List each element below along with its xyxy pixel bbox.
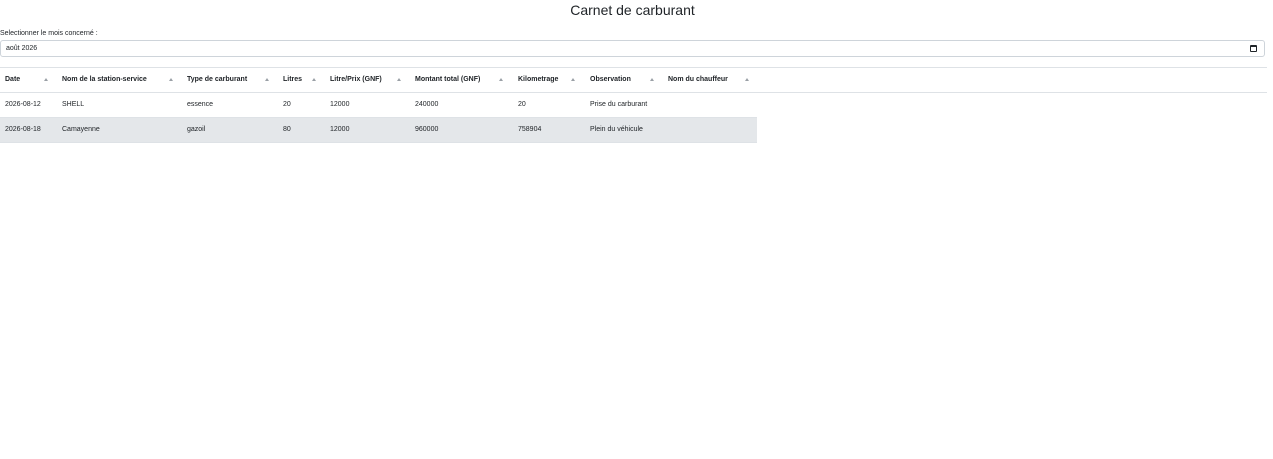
cell-observation: Plein du véhicule: [590, 126, 643, 133]
cell-total-amount: 960000: [415, 126, 439, 133]
column-header-date[interactable]: Date: [5, 68, 20, 92]
table-header-row: Date Nom de la station-service Type de c…: [0, 68, 757, 92]
column-header-fuel-type[interactable]: Type de carburant: [187, 68, 247, 92]
column-header-total-amount[interactable]: Montant total (GNF): [415, 68, 480, 92]
sort-up-icon[interactable]: [745, 78, 749, 81]
sort-up-icon[interactable]: [397, 78, 401, 81]
column-header-station[interactable]: Nom de la station-service: [62, 68, 147, 92]
sort-up-icon[interactable]: [44, 78, 48, 81]
cell-mileage: 758904: [518, 126, 542, 133]
sort-up-icon[interactable]: [650, 78, 654, 81]
column-header-litres[interactable]: Litres: [283, 68, 302, 92]
fuel-log-page: Carnet de carburant Selectionner le mois…: [0, 0, 1273, 459]
cell-litre-price: 12000: [330, 126, 350, 133]
month-selector-label: Selectionner le mois concerné :: [0, 30, 98, 37]
cell-station: Camayenne: [62, 126, 100, 133]
column-header-mileage[interactable]: Kilometrage: [518, 68, 558, 92]
column-header-driver[interactable]: Nom du chauffeur: [668, 68, 728, 92]
cell-observation: Prise du carburant: [590, 101, 648, 108]
table-row[interactable]: 2026-08-12 SHELL essence 20 12000 240000…: [0, 93, 757, 118]
month-input[interactable]: août 2026: [0, 40, 1265, 57]
cell-litres: 20: [283, 101, 291, 108]
cell-litres: 80: [283, 126, 291, 133]
calendar-icon[interactable]: [1250, 45, 1257, 52]
cell-mileage: 20: [518, 101, 526, 108]
cell-litre-price: 12000: [330, 101, 350, 108]
cell-date: 2026-08-12: [5, 101, 41, 108]
cell-date: 2026-08-18: [5, 126, 41, 133]
cell-station: SHELL: [62, 101, 85, 108]
sort-up-icon[interactable]: [499, 78, 503, 81]
page-title: Carnet de carburant: [570, 2, 695, 18]
cell-fuel-type: gazoil: [187, 126, 206, 133]
sort-up-icon[interactable]: [571, 78, 575, 81]
sort-up-icon[interactable]: [312, 78, 316, 81]
cell-fuel-type: essence: [187, 101, 214, 108]
column-header-observation[interactable]: Observation: [590, 68, 631, 92]
column-header-litre-price[interactable]: Litre/Prix (GNF): [330, 68, 382, 92]
cell-total-amount: 240000: [415, 101, 439, 108]
month-input-value: août 2026: [6, 45, 38, 52]
sort-up-icon[interactable]: [169, 78, 173, 81]
sort-up-icon[interactable]: [265, 78, 269, 81]
table-row[interactable]: 2026-08-18 Camayenne gazoil 80 12000 960…: [0, 118, 757, 143]
